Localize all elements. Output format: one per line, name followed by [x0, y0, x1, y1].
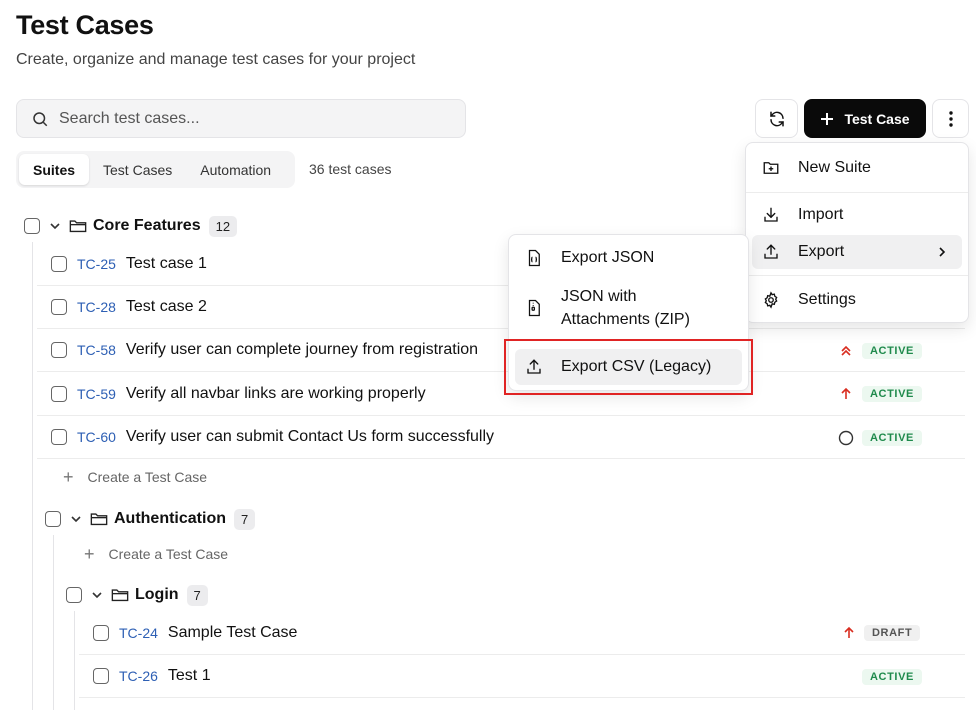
- test-case-id[interactable]: TC-58: [77, 342, 116, 358]
- folder-plus-icon: [763, 162, 779, 174]
- test-case-count: 36 test cases: [309, 161, 392, 177]
- test-case-title[interactable]: Test 1: [168, 667, 211, 685]
- tree-line: [53, 535, 54, 710]
- search-icon: [33, 111, 48, 126]
- test-case-id[interactable]: TC-24: [119, 625, 158, 641]
- search-input[interactable]: [59, 109, 439, 128]
- highlight-box: [504, 339, 753, 395]
- menu-item-export-zip[interactable]: JSON with Attachments (ZIP): [515, 282, 742, 334]
- file-archive-icon: [528, 299, 540, 317]
- menu-divider: [746, 275, 968, 276]
- tree-line: [32, 242, 33, 710]
- search-box[interactable]: [16, 99, 466, 138]
- status-badge: ACTIVE: [862, 669, 922, 685]
- row-checkbox[interactable]: [93, 668, 109, 684]
- menu-item-export-json[interactable]: Export JSON: [515, 242, 742, 274]
- folder-icon: [111, 589, 129, 602]
- refresh-icon: [769, 111, 784, 126]
- menu-item-settings[interactable]: Settings: [752, 283, 962, 317]
- chevron-down-icon[interactable]: [49, 220, 61, 232]
- gear-icon: [764, 291, 778, 309]
- suite-name: Login: [135, 586, 179, 603]
- test-case-id[interactable]: TC-28: [77, 299, 116, 315]
- upload-icon: [764, 244, 778, 259]
- status-badge: DRAFT: [864, 625, 921, 641]
- test-case-title[interactable]: Verify user can submit Contact Us form s…: [126, 428, 494, 446]
- file-json-icon: [528, 249, 540, 267]
- suite-checkbox[interactable]: [24, 218, 40, 234]
- priority-none-icon: [838, 430, 854, 446]
- tree-line: [74, 611, 75, 710]
- folder-icon: [69, 220, 87, 233]
- more-options-menu: New Suite Import Export Settings: [745, 142, 969, 323]
- test-case-title[interactable]: Verify all navbar links are working prop…: [126, 385, 426, 403]
- more-options-button[interactable]: [932, 99, 969, 138]
- refresh-button[interactable]: [755, 99, 798, 138]
- tab-test-cases[interactable]: Test Cases: [89, 154, 186, 185]
- view-tabs: Suites Test Cases Automation: [16, 151, 295, 188]
- tab-automation[interactable]: Automation: [186, 154, 285, 185]
- chevron-right-icon: [939, 247, 946, 257]
- create-test-case-link[interactable]: + Create a Test Case: [84, 543, 228, 565]
- table-row[interactable]: TC-26 Test 1: [79, 655, 965, 698]
- download-icon: [764, 207, 778, 222]
- test-case-id[interactable]: TC-26: [119, 668, 158, 684]
- suite-name: Core Features: [93, 217, 201, 234]
- folder-icon: [90, 513, 108, 526]
- table-row[interactable]: TC-24 Sample Test Case: [79, 612, 965, 655]
- tab-suites[interactable]: Suites: [19, 154, 90, 185]
- status-badge: ACTIVE: [862, 430, 922, 446]
- add-test-case-button[interactable]: Test Case: [804, 99, 926, 138]
- table-row[interactable]: TC-58 Verify user can complete journey f…: [37, 329, 965, 372]
- chevron-down-icon[interactable]: [70, 513, 82, 525]
- priority-critical-icon: [841, 345, 851, 356]
- plus-icon: +: [63, 466, 74, 487]
- priority-high-icon: [844, 626, 854, 638]
- row-checkbox[interactable]: [51, 386, 67, 402]
- create-test-case-label: Create a Test Case: [87, 469, 208, 485]
- suite-name: Authentication: [114, 510, 226, 527]
- row-checkbox[interactable]: [51, 429, 67, 445]
- suite-checkbox[interactable]: [66, 587, 82, 603]
- create-test-case-link[interactable]: + Create a Test Case: [63, 466, 207, 488]
- row-checkbox[interactable]: [51, 299, 67, 315]
- status-badge: ACTIVE: [862, 343, 922, 359]
- add-test-case-label: Test Case: [844, 110, 910, 127]
- status-badge: ACTIVE: [862, 386, 922, 402]
- test-case-id[interactable]: TC-59: [77, 386, 116, 402]
- suite-count-badge: 7: [234, 508, 256, 530]
- row-checkbox[interactable]: [93, 625, 109, 641]
- page-title: Test Cases: [16, 10, 154, 40]
- suite-count-badge: 12: [208, 215, 238, 237]
- menu-item-import[interactable]: Import: [752, 198, 962, 232]
- suite-row-login[interactable]: Login 7: [66, 584, 208, 606]
- priority-high-icon: [841, 387, 851, 399]
- row-checkbox[interactable]: [51, 342, 67, 358]
- create-test-case-label: Create a Test Case: [108, 546, 229, 562]
- suite-row-core-features[interactable]: Core Features 12: [24, 215, 238, 237]
- suite-count-badge: 7: [186, 584, 208, 606]
- test-case-title[interactable]: Test case 2: [126, 298, 207, 316]
- plus-icon: +: [84, 543, 95, 564]
- test-case-title[interactable]: Sample Test Case: [168, 624, 298, 642]
- plus-icon: [821, 112, 834, 125]
- page-subtitle: Create, organize and manage test cases f…: [16, 51, 416, 68]
- test-case-title[interactable]: Verify user can complete journey from re…: [126, 341, 478, 359]
- test-case-title[interactable]: Test case 1: [126, 255, 207, 273]
- suite-row-authentication[interactable]: Authentication 7: [45, 508, 256, 530]
- menu-item-export[interactable]: Export: [752, 235, 962, 269]
- suite-checkbox[interactable]: [45, 511, 61, 527]
- test-case-id[interactable]: TC-60: [77, 429, 116, 445]
- table-row[interactable]: TC-60 Verify user can submit Contact Us …: [37, 416, 965, 459]
- test-case-id[interactable]: TC-25: [77, 256, 116, 272]
- table-row[interactable]: TC-59 Verify all navbar links are workin…: [37, 373, 965, 416]
- row-checkbox[interactable]: [51, 256, 67, 272]
- chevron-down-icon[interactable]: [91, 589, 103, 601]
- menu-divider: [746, 192, 968, 193]
- menu-item-new-suite[interactable]: New Suite: [752, 151, 962, 185]
- more-vertical-icon: [948, 110, 953, 127]
